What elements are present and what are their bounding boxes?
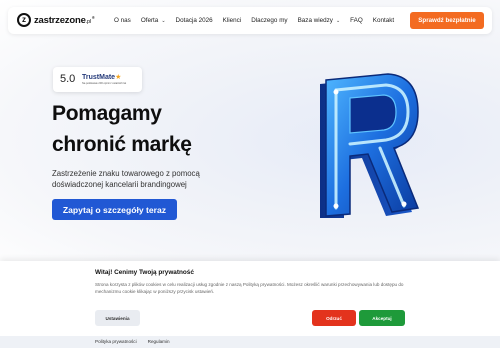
top-navbar: z zastrzezone.pl® O nas Oferta ⌄ Dotacja … bbox=[8, 7, 492, 34]
nav-item-dotacja[interactable]: Dotacja 2026 bbox=[176, 17, 213, 24]
hero-subtitle: Zastrzeżenie znaku towarowego z pomocą d… bbox=[52, 169, 200, 189]
reject-cookies-button[interactable]: Odrzuć bbox=[312, 310, 356, 326]
trust-score: 5.0 bbox=[60, 73, 76, 85]
ask-details-button[interactable]: Zapytaj o szczegóły teraz bbox=[52, 199, 177, 220]
trustmate-badge[interactable]: 5.0 TrustMate★ Na podstawie 200 opinii z… bbox=[53, 67, 142, 92]
consent-footer: Polityka prywatności Regulamin bbox=[0, 336, 500, 348]
terms-link[interactable]: Regulamin bbox=[148, 339, 170, 344]
site-logo[interactable]: z zastrzezone.pl® bbox=[17, 13, 95, 27]
logo-mark-icon: z bbox=[17, 13, 31, 27]
consent-text: Strona korzysta z plików cookies w celu … bbox=[95, 282, 404, 294]
chevron-down-icon: ⌄ bbox=[335, 17, 341, 24]
cookie-consent-banner: Witaj! Cenimy Twoją prywatność Strona ko… bbox=[0, 261, 500, 348]
trust-subtitle: Na podstawie 200 opinii z ostatnich lat bbox=[82, 82, 127, 85]
logo-text: zastrzezone.pl® bbox=[34, 14, 95, 26]
nav-item-baza-wiedzy[interactable]: Baza wiedzy ⌄ bbox=[298, 17, 341, 24]
footer-links: Polityka prywatności Regulamin bbox=[95, 339, 181, 344]
trust-brand: TrustMate★ bbox=[82, 74, 122, 81]
nav-item-faq[interactable]: FAQ bbox=[350, 17, 363, 24]
star-icon: ★ bbox=[115, 74, 122, 81]
hero-title-line-2: chronić markę bbox=[52, 133, 192, 156]
check-free-button[interactable]: Sprawdź bezpłatnie bbox=[410, 12, 484, 29]
chevron-down-icon: ⌄ bbox=[161, 17, 166, 24]
hero-title: Pomagamy chronić markę bbox=[52, 98, 272, 160]
nav-item-klienci[interactable]: Klienci bbox=[223, 17, 242, 24]
neon-letter-r-icon bbox=[320, 73, 420, 218]
main-nav: O nas Oferta ⌄ Dotacja 2026 Klienci Dlacz… bbox=[114, 7, 404, 34]
accept-cookies-button[interactable]: Akceptuj bbox=[359, 310, 405, 326]
privacy-policy-link[interactable]: Polityka prywatności bbox=[95, 339, 137, 344]
consent-title: Witaj! Cenimy Twoją prywatność bbox=[95, 269, 194, 276]
nav-item-kontakt[interactable]: Kontakt bbox=[373, 17, 394, 24]
nav-item-dlaczego-my[interactable]: Dlaczego my bbox=[251, 17, 287, 24]
cookie-settings-button[interactable]: Ustawienia bbox=[95, 310, 140, 326]
hero-title-line-1: Pomagamy bbox=[52, 102, 162, 125]
nav-item-o-nas[interactable]: O nas bbox=[114, 17, 131, 24]
nav-item-oferta[interactable]: Oferta ⌄ bbox=[141, 17, 166, 24]
